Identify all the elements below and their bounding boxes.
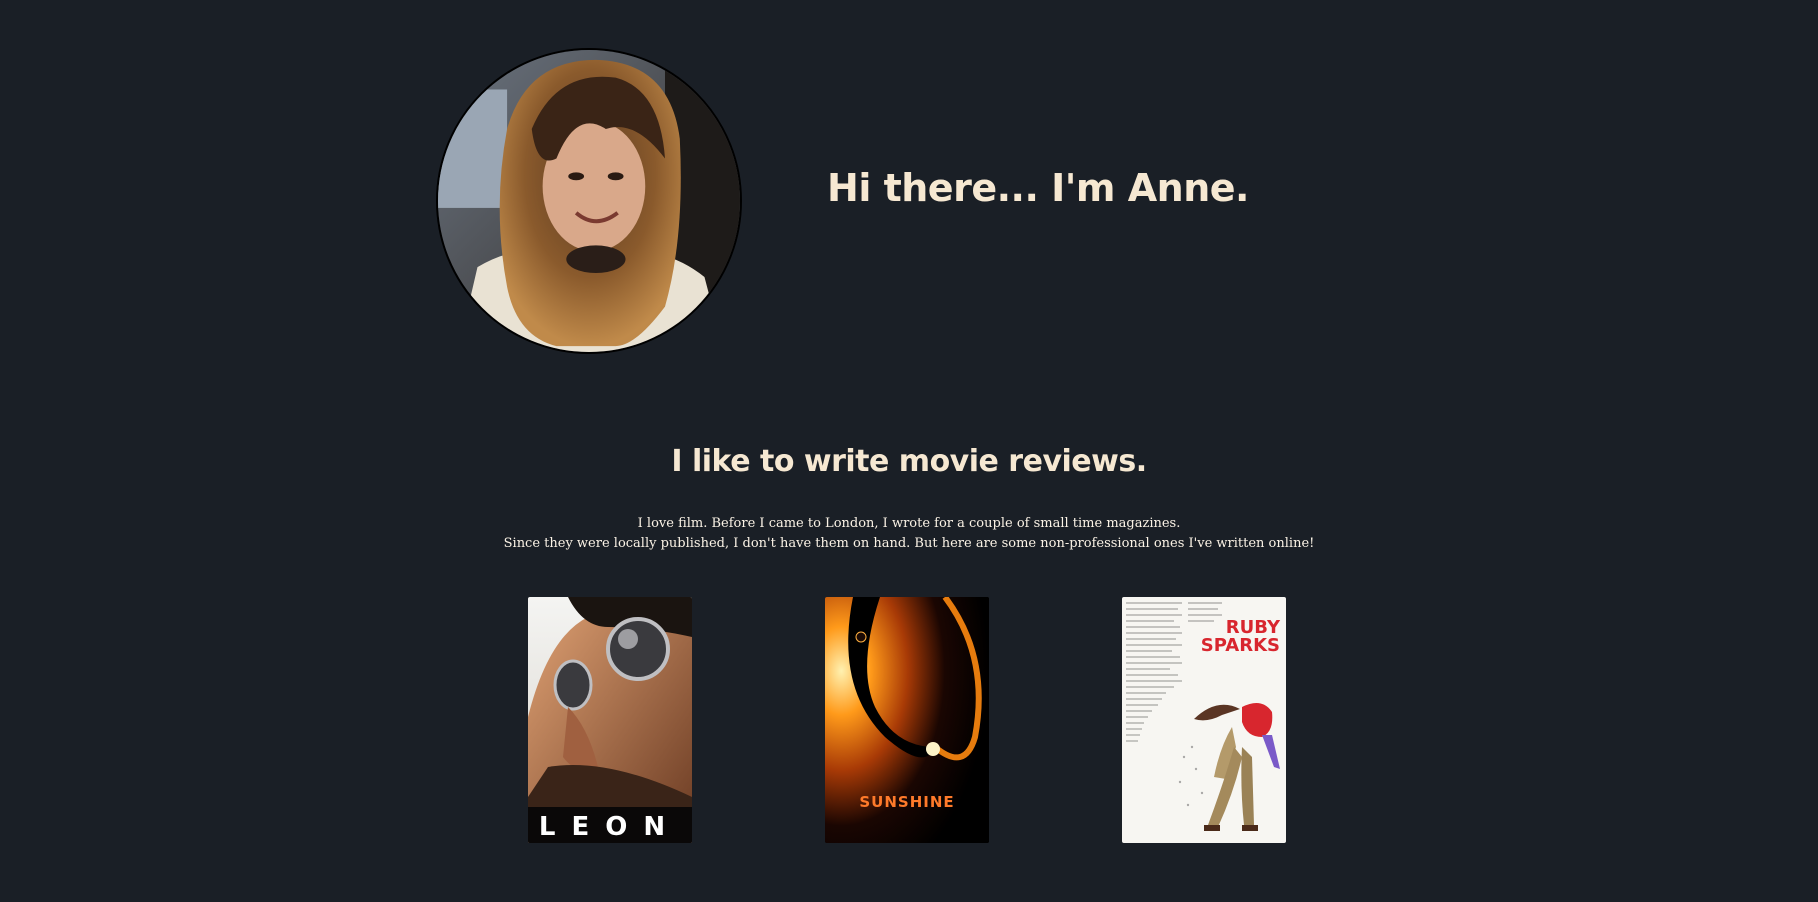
greeting-heading: Hi there... I'm Anne. bbox=[827, 166, 1249, 210]
poster-sunshine[interactable]: SUNSHINE bbox=[825, 597, 989, 843]
reviews-intro: I love film. Before I came to London, I … bbox=[0, 514, 1818, 554]
poster-ruby-sparks[interactable]: RUBY SPARKS bbox=[1122, 597, 1286, 843]
poster-ruby-title-line2: SPARKS bbox=[1201, 635, 1280, 656]
reviews-heading: I like to write movie reviews. bbox=[671, 444, 1147, 479]
reviews-intro-line-1: I love film. Before I came to London, I … bbox=[637, 516, 1181, 531]
reviews-intro-line-2: Since they were locally published, I don… bbox=[503, 536, 1315, 551]
poster-sunshine-title: SUNSHINE bbox=[859, 793, 954, 811]
poster-leon[interactable]: LEON bbox=[528, 597, 692, 843]
profile-photo bbox=[436, 48, 742, 354]
poster-leon-title: LEON bbox=[539, 812, 681, 842]
